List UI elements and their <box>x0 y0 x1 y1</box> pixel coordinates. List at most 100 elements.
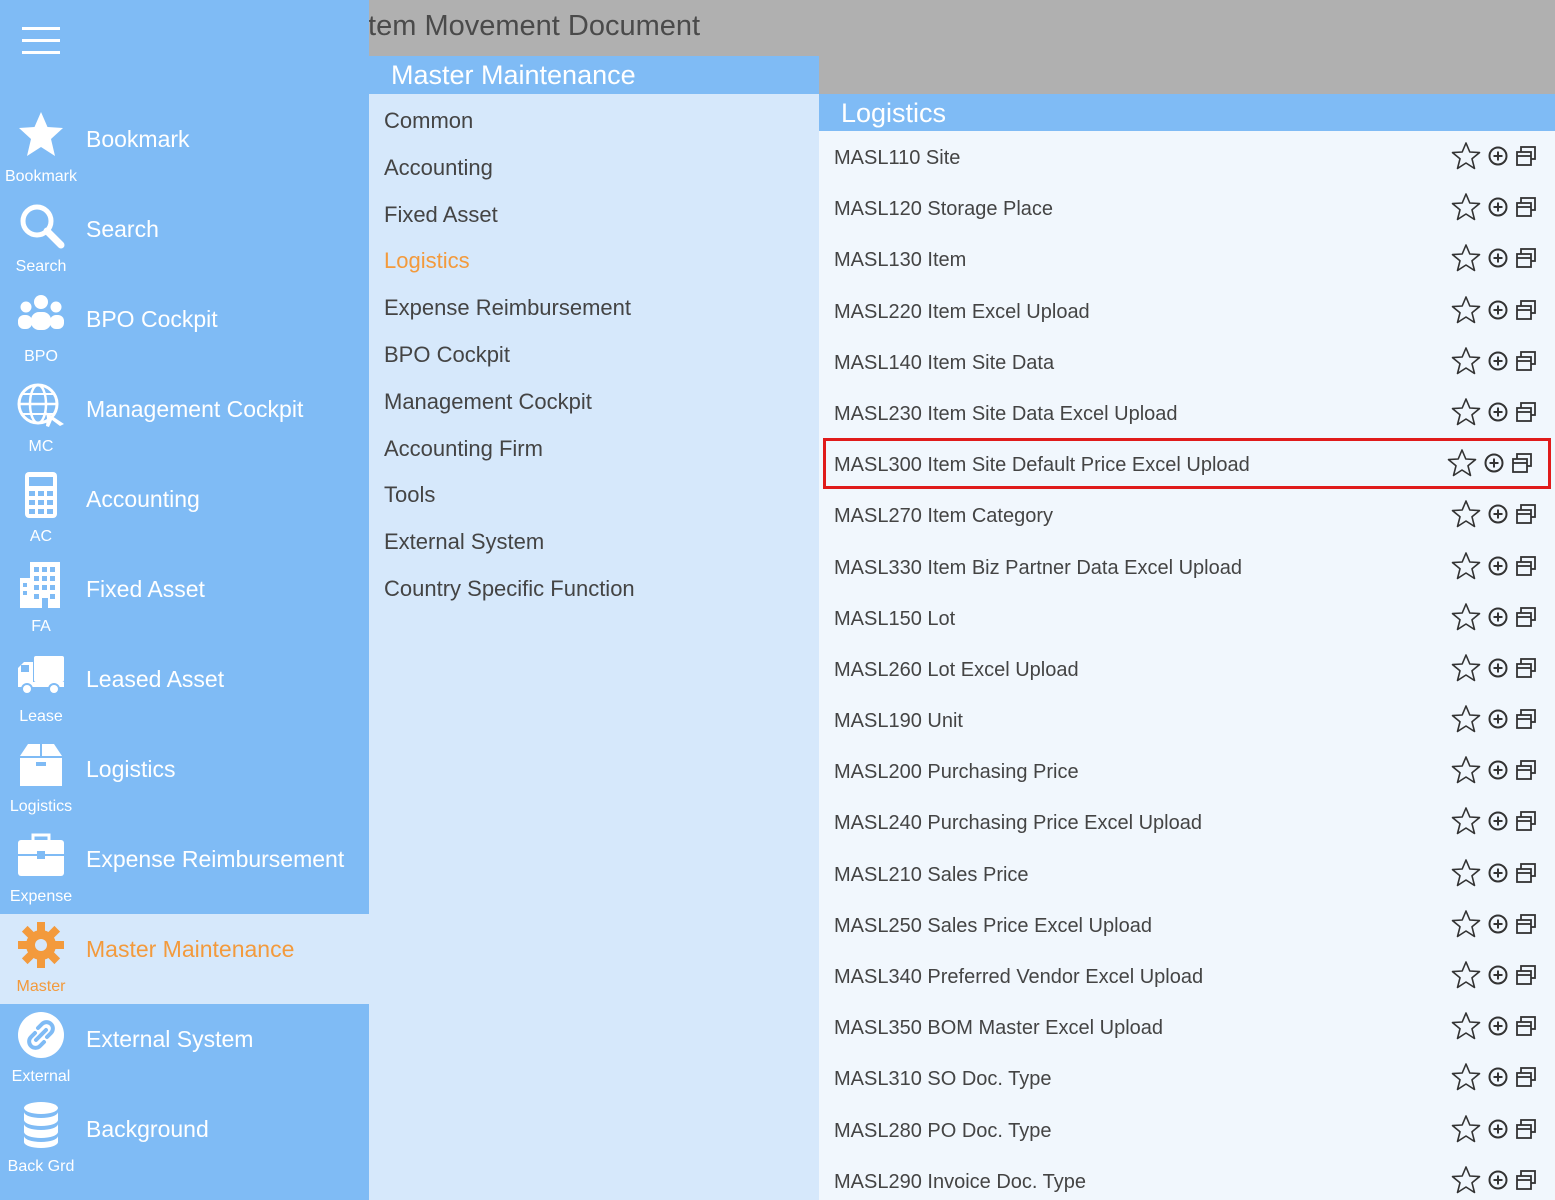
add-circle-icon[interactable] <box>1481 503 1509 530</box>
new-window-icon[interactable] <box>1509 657 1537 684</box>
bookmark-star-icon[interactable] <box>1451 704 1481 739</box>
bookmark-star-icon[interactable] <box>1451 806 1481 841</box>
add-circle-icon[interactable] <box>1481 1169 1509 1196</box>
category-item-tools[interactable]: Tools <box>369 472 819 519</box>
new-window-icon[interactable] <box>1509 759 1537 786</box>
program-row[interactable]: MASL210 Sales Price <box>819 848 1555 899</box>
bookmark-star-icon[interactable] <box>1451 192 1481 227</box>
program-link[interactable]: MASL190 Unit <box>834 710 963 733</box>
program-link[interactable]: MASL140 Item Site Data <box>834 352 1054 375</box>
category-item-country-specific-function[interactable]: Country Specific Function <box>369 566 819 613</box>
bookmark-star-icon[interactable] <box>1451 1114 1481 1149</box>
program-row[interactable]: MASL270 Item Category <box>819 489 1555 540</box>
sidebar-item-accounting[interactable]: AC Accounting <box>0 464 369 554</box>
add-circle-icon[interactable] <box>1481 759 1509 786</box>
program-row[interactable]: MASL200 Purchasing Price <box>819 745 1555 796</box>
program-row[interactable]: MASL300 Item Site Default Price Excel Up… <box>823 438 1551 490</box>
program-link[interactable]: MASL330 Item Biz Partner Data Excel Uplo… <box>834 557 1242 580</box>
new-window-icon[interactable] <box>1509 555 1537 582</box>
category-item-accounting-firm[interactable]: Accounting Firm <box>369 426 819 473</box>
sidebar-item-logistics[interactable]: Logistics Logistics <box>0 734 369 824</box>
sidebar-item-background[interactable]: Back Grd Background <box>0 1094 369 1184</box>
new-window-icon[interactable] <box>1509 1066 1537 1093</box>
program-row[interactable]: MASL290 Invoice Doc. Type <box>819 1155 1555 1200</box>
add-circle-icon[interactable] <box>1477 452 1505 479</box>
bookmark-star-icon[interactable] <box>1451 602 1481 637</box>
program-link[interactable]: MASL200 Purchasing Price <box>834 761 1079 784</box>
sidebar-item-master-maintenance[interactable]: Master Master Maintenance <box>0 914 369 1004</box>
program-row[interactable]: MASL220 Item Excel Upload <box>819 285 1555 336</box>
program-row[interactable]: MASL250 Sales Price Excel Upload <box>819 899 1555 950</box>
bookmark-star-icon[interactable] <box>1451 858 1481 893</box>
program-row[interactable]: MASL150 Lot <box>819 592 1555 643</box>
hamburger-menu-icon[interactable] <box>22 27 60 57</box>
program-row[interactable]: MASL310 SO Doc. Type <box>819 1052 1555 1103</box>
bookmark-star-icon[interactable] <box>1451 346 1481 381</box>
new-window-icon[interactable] <box>1509 1118 1537 1145</box>
program-link[interactable]: MASL350 BOM Master Excel Upload <box>834 1017 1163 1040</box>
category-item-logistics[interactable]: Logistics <box>369 238 819 285</box>
add-circle-icon[interactable] <box>1481 145 1509 172</box>
bookmark-star-icon[interactable] <box>1447 448 1477 483</box>
program-link[interactable]: MASL300 Item Site Default Price Excel Up… <box>834 454 1250 477</box>
program-link[interactable]: MASL120 Storage Place <box>834 198 1053 221</box>
bookmark-star-icon[interactable] <box>1451 243 1481 278</box>
add-circle-icon[interactable] <box>1481 964 1509 991</box>
new-window-icon[interactable] <box>1509 350 1537 377</box>
new-window-icon[interactable] <box>1509 196 1537 223</box>
sidebar-item-management-cockpit[interactable]: MC Management Cockpit <box>0 374 369 464</box>
new-window-icon[interactable] <box>1509 606 1537 633</box>
program-row[interactable]: MASL240 Purchasing Price Excel Upload <box>819 796 1555 847</box>
bookmark-star-icon[interactable] <box>1451 1011 1481 1046</box>
add-circle-icon[interactable] <box>1481 606 1509 633</box>
sidebar-item-fixed-asset[interactable]: FA Fixed Asset <box>0 554 369 644</box>
bookmark-star-icon[interactable] <box>1451 397 1481 432</box>
add-circle-icon[interactable] <box>1481 299 1509 326</box>
bookmark-star-icon[interactable] <box>1451 653 1481 688</box>
category-item-expense-reimbursement[interactable]: Expense Reimbursement <box>369 285 819 332</box>
bookmark-star-icon[interactable] <box>1451 295 1481 330</box>
new-window-icon[interactable] <box>1509 810 1537 837</box>
program-link[interactable]: MASL220 Item Excel Upload <box>834 301 1090 324</box>
program-link[interactable]: MASL270 Item Category <box>834 505 1053 528</box>
add-circle-icon[interactable] <box>1481 401 1509 428</box>
add-circle-icon[interactable] <box>1481 1015 1509 1042</box>
add-circle-icon[interactable] <box>1481 657 1509 684</box>
new-window-icon[interactable] <box>1509 247 1537 274</box>
category-item-bpo-cockpit[interactable]: BPO Cockpit <box>369 332 819 379</box>
sidebar-item-bookmark[interactable]: Bookmark Bookmark <box>0 104 369 194</box>
program-link[interactable]: MASL340 Preferred Vendor Excel Upload <box>834 966 1203 989</box>
sidebar-item-external-system[interactable]: External External System <box>0 1004 369 1094</box>
bookmark-star-icon[interactable] <box>1451 1165 1481 1200</box>
program-link[interactable]: MASL150 Lot <box>834 608 955 631</box>
add-circle-icon[interactable] <box>1481 196 1509 223</box>
program-row[interactable]: MASL110 Site <box>819 131 1555 182</box>
add-circle-icon[interactable] <box>1481 1066 1509 1093</box>
program-row[interactable]: MASL130 Item <box>819 233 1555 284</box>
add-circle-icon[interactable] <box>1481 555 1509 582</box>
bookmark-star-icon[interactable] <box>1451 909 1481 944</box>
program-row[interactable]: MASL190 Unit <box>819 694 1555 745</box>
bookmark-star-icon[interactable] <box>1451 499 1481 534</box>
new-window-icon[interactable] <box>1505 452 1533 479</box>
bookmark-star-icon[interactable] <box>1451 551 1481 586</box>
add-circle-icon[interactable] <box>1481 247 1509 274</box>
program-link[interactable]: MASL290 Invoice Doc. Type <box>834 1171 1086 1194</box>
program-row[interactable]: MASL260 Lot Excel Upload <box>819 643 1555 694</box>
new-window-icon[interactable] <box>1509 708 1537 735</box>
new-window-icon[interactable] <box>1509 1169 1537 1196</box>
add-circle-icon[interactable] <box>1481 913 1509 940</box>
program-link[interactable]: MASL280 PO Doc. Type <box>834 1120 1052 1143</box>
program-link[interactable]: MASL210 Sales Price <box>834 864 1029 887</box>
add-circle-icon[interactable] <box>1481 810 1509 837</box>
category-item-management-cockpit[interactable]: Management Cockpit <box>369 379 819 426</box>
category-item-fixed-asset[interactable]: Fixed Asset <box>369 192 819 239</box>
new-window-icon[interactable] <box>1509 913 1537 940</box>
new-window-icon[interactable] <box>1509 503 1537 530</box>
program-link[interactable]: MASL240 Purchasing Price Excel Upload <box>834 812 1202 835</box>
program-link[interactable]: MASL110 Site <box>834 147 960 170</box>
category-item-accounting[interactable]: Accounting <box>369 145 819 192</box>
program-row[interactable]: MASL350 BOM Master Excel Upload <box>819 1001 1555 1052</box>
new-window-icon[interactable] <box>1509 299 1537 326</box>
program-link[interactable]: MASL310 SO Doc. Type <box>834 1068 1052 1091</box>
